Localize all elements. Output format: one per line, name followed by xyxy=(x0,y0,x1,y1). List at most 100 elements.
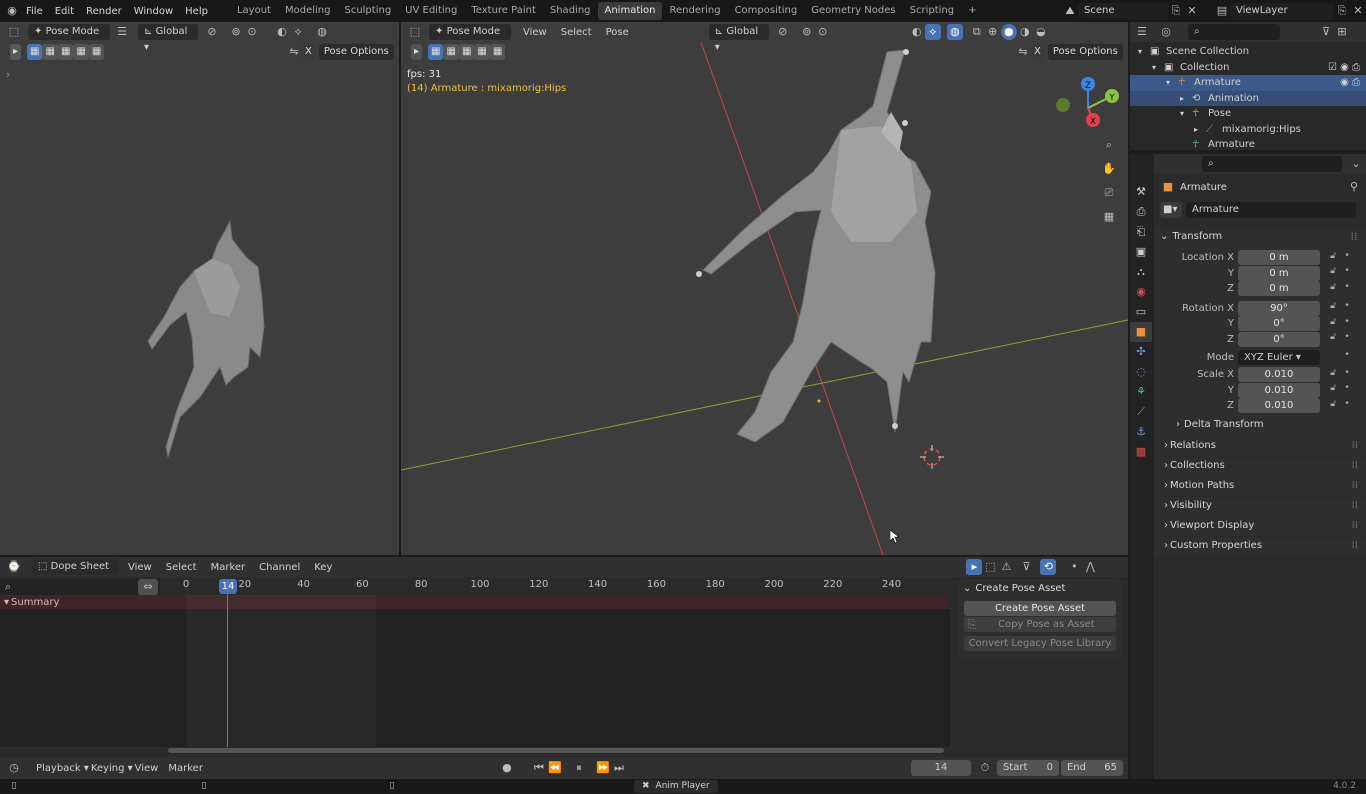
pan-hand-icon[interactable]: ✋ xyxy=(1098,158,1120,180)
tab-layout[interactable]: Layout xyxy=(230,2,278,20)
new-scene-icon[interactable]: ⎘ xyxy=(1168,3,1184,19)
expand-arrow-icon[interactable]: ▸ xyxy=(1180,91,1192,107)
expand-arrow-icon[interactable]: ▸ xyxy=(1194,122,1206,138)
jump-start-icon[interactable]: ⏮ xyxy=(531,760,547,776)
scale-x-field[interactable]: 0.010 xyxy=(1238,367,1320,383)
transform-drag-icon[interactable]: ⁞⁞ xyxy=(1346,229,1362,245)
tool-props-icon[interactable]: ⚒ xyxy=(1130,182,1152,202)
current-frame-badge[interactable]: 14 xyxy=(219,579,237,594)
visibility-icon[interactable]: ◐ xyxy=(274,24,290,40)
object-name-field[interactable]: Armature xyxy=(1186,202,1356,218)
menu-file[interactable]: File xyxy=(20,6,49,17)
summary-channel[interactable]: ▾ Summary xyxy=(0,595,160,609)
ds-menu-channel[interactable]: Channel xyxy=(259,562,300,573)
filter-icon[interactable]: ⊽ xyxy=(1318,24,1334,40)
properties-search-input[interactable]: ⌕ xyxy=(1202,156,1342,172)
snap-icon[interactable]: ⊚ xyxy=(228,24,244,40)
viewlayer-selector[interactable]: ▤ ViewLayer ⎘ ✕ xyxy=(1214,2,1366,20)
left-viewport[interactable]: ⬚ ✦ Pose Mode ▾ ☰ ⊾ Global ▾ ⊘ ⊚ ⊙ ◐ ⟡ ◍… xyxy=(0,22,399,555)
hamburger-icon[interactable]: ☰ xyxy=(114,24,130,40)
frame-ruler[interactable]: 0 20 40 60 80 100 120 140 160 180 200 220 240 xyxy=(160,579,950,595)
lock-icon[interactable]: 🔓︎ xyxy=(1326,317,1340,331)
scene-props-icon[interactable]: ⛬ xyxy=(1130,262,1152,282)
keyframe-dot-icon[interactable]: • xyxy=(1340,266,1354,280)
dopesheet-mode-dropdown[interactable]: ⬚ Dope Sheet ▾ xyxy=(32,559,118,588)
tab-modeling[interactable]: Modeling xyxy=(278,2,338,20)
physics-props-icon[interactable]: ◌ xyxy=(1130,362,1152,382)
expand-arrow-icon[interactable]: ▾ xyxy=(1180,106,1192,122)
outliner-item-hips-bone[interactable]: ▸ ⟋ mixamorig:Hips xyxy=(1130,122,1366,138)
lock-icon[interactable]: 🔓︎ xyxy=(1326,332,1340,346)
new-collection-icon[interactable]: ⊞ xyxy=(1334,24,1350,40)
pose-asset-header[interactable]: ⌄ Create Pose Asset xyxy=(958,579,1122,597)
rotation-y-field[interactable]: 0° xyxy=(1238,316,1320,332)
proportional-icon[interactable]: ⊙ xyxy=(244,24,260,40)
viewlayer-field[interactable]: ViewLayer xyxy=(1230,3,1334,19)
start-frame-field[interactable]: Start 0 xyxy=(996,760,1059,776)
anim-player-badge[interactable]: ✖ Anim Player xyxy=(634,779,718,793)
proportional-edit-icon[interactable]: • xyxy=(1066,559,1082,575)
create-pose-asset-button[interactable]: Create Pose Asset xyxy=(964,601,1116,616)
tab-uv-editing[interactable]: UV Editing xyxy=(398,2,464,20)
playhead-line[interactable] xyxy=(227,579,228,747)
display-mode-icon[interactable]: ◎ xyxy=(1158,24,1174,40)
tl-menu-playback[interactable]: Playback ▾ xyxy=(36,763,89,774)
select-mode-extend-icon[interactable]: ▦ xyxy=(42,44,58,60)
pin-icon[interactable]: ⚲ xyxy=(1346,179,1362,195)
expand-arrow-icon[interactable]: ▾ xyxy=(1152,60,1164,76)
data-props-icon[interactable]: ⟋ xyxy=(1130,402,1152,422)
outliner-item-animation[interactable]: ▸ ⟲ Animation xyxy=(1130,90,1366,107)
constraint-props-icon[interactable]: ⚘ xyxy=(1130,382,1152,402)
ds-menu-key[interactable]: Key xyxy=(314,562,332,573)
tab-geometry-nodes[interactable]: Geometry Nodes xyxy=(804,2,902,20)
keyframe-dot-icon[interactable]: • xyxy=(1340,301,1354,315)
outliner-item-scene-collection[interactable]: ▾ ▣ Scene Collection xyxy=(1130,44,1366,60)
3d-cursor-icon[interactable] xyxy=(920,445,944,469)
location-y-field[interactable]: 0 m xyxy=(1238,265,1320,281)
pause-icon[interactable]: ⏸ xyxy=(571,760,587,776)
panel-drag-icon[interactable]: ⁞⁞ xyxy=(1352,536,1358,556)
ds-search-icon[interactable]: ⌕ xyxy=(0,579,16,595)
close-icon[interactable]: ✖ xyxy=(642,781,650,791)
gizmo-icon[interactable]: ⟡ xyxy=(290,24,306,40)
lock-icon[interactable]: 🔓︎ xyxy=(1326,282,1340,296)
panel-custom-properties[interactable]: › Custom Properties ⁞⁞ xyxy=(1154,535,1366,556)
panel-collections[interactable]: › Collections ⁞⁞ xyxy=(1154,455,1366,476)
ds-scrollbar[interactable] xyxy=(168,748,944,753)
tab-scripting[interactable]: Scripting xyxy=(903,2,961,20)
panel-relations[interactable]: › Relations ⁞⁞ xyxy=(1154,435,1366,456)
delete-viewlayer-icon[interactable]: ✕ xyxy=(1350,3,1366,19)
transform-panel-header[interactable]: ⌄ Transform ⁞⁞ xyxy=(1154,226,1366,246)
perspective-grid-icon[interactable]: ▦ xyxy=(1098,206,1120,228)
left-mode-dropdown[interactable]: ✦ Pose Mode ▾ xyxy=(28,24,110,53)
location-z-field[interactable]: 0 m xyxy=(1238,281,1320,297)
properties-options-icon[interactable]: ⌄ xyxy=(1348,156,1364,172)
scale-y-field[interactable]: 0.010 xyxy=(1238,382,1320,398)
output-props-icon[interactable]: ⎗ xyxy=(1130,222,1152,242)
add-workspace-icon[interactable]: + xyxy=(961,2,983,20)
ds-menu-view[interactable]: View xyxy=(128,562,152,573)
auto-snap-icon[interactable]: ⟲ xyxy=(1040,559,1057,575)
lock-icon[interactable]: 🔓︎ xyxy=(1326,368,1340,382)
pivot-icon[interactable]: ⊘ xyxy=(204,24,220,40)
select-mode-intersect-icon[interactable]: ▦ xyxy=(88,44,105,60)
x-mirror-toggle[interactable]: X xyxy=(302,44,315,60)
panel-motion-paths[interactable]: › Motion Paths ⁞⁞ xyxy=(1154,475,1366,496)
keyframe-dot-icon[interactable]: • xyxy=(1340,350,1354,364)
object-props-icon[interactable]: ■ xyxy=(1130,322,1152,342)
keyframe-dot-icon[interactable]: • xyxy=(1340,251,1354,265)
select-tool-icon[interactable]: ▸ xyxy=(10,44,22,60)
location-x-field[interactable]: 0 m xyxy=(1238,250,1320,266)
convert-legacy-button[interactable]: Convert Legacy Pose Library xyxy=(964,636,1116,651)
modifier-props-icon[interactable]: ✣ xyxy=(1130,342,1152,362)
visibility-eye-icon[interactable]: ◉ ⎙ xyxy=(1340,75,1360,91)
outliner-item-pose[interactable]: ▾ ☥ Pose xyxy=(1130,106,1366,122)
rotation-z-field[interactable]: 0° xyxy=(1238,331,1320,347)
menu-help[interactable]: Help xyxy=(179,6,214,17)
tab-animation[interactable]: Animation xyxy=(597,2,663,20)
jump-key-forward-icon[interactable]: ⏩ xyxy=(595,760,611,776)
ds-range-icon[interactable]: ⇔ xyxy=(138,579,158,595)
outliner-editor-icon[interactable]: ☰ xyxy=(1134,24,1150,40)
tab-compositing[interactable]: Compositing xyxy=(728,2,805,20)
select-mode-subtract-icon[interactable]: ▦ xyxy=(57,44,74,60)
